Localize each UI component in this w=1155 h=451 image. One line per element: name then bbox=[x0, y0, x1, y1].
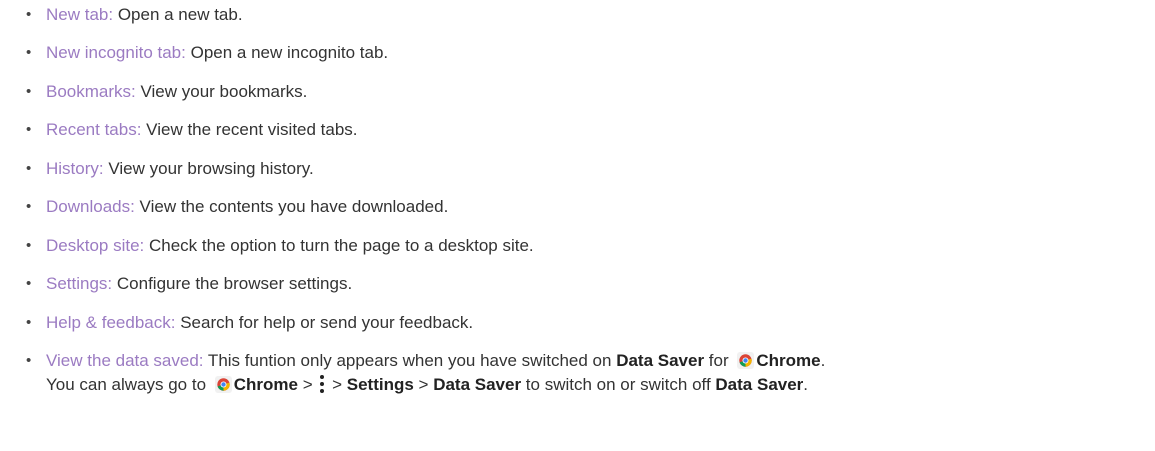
chrome-icon bbox=[737, 352, 755, 369]
desc-new-incognito-tab: Open a new incognito tab. bbox=[185, 43, 389, 62]
line-2: You can always go to Chrome > > Settings… bbox=[46, 373, 825, 397]
desc-text: . bbox=[803, 375, 809, 394]
desc-text: This funtion only appears when you have … bbox=[203, 351, 617, 370]
term-desktop-site: Desktop site: bbox=[46, 236, 145, 255]
separator: > bbox=[298, 375, 318, 394]
data-saver-label: Data Saver bbox=[433, 375, 522, 394]
list-item-new-incognito-tab: • New incognito tab: Open a new incognit… bbox=[0, 41, 388, 65]
separator: > bbox=[413, 375, 434, 394]
term-view-data-saved: View the data saved: bbox=[46, 351, 204, 370]
bullet: • bbox=[26, 314, 32, 331]
desc-desktop-site: Check the option to turn the page to a d… bbox=[144, 236, 534, 255]
desc-text: You can always go to bbox=[46, 375, 211, 394]
desc-text: for bbox=[704, 351, 734, 370]
bullet: • bbox=[26, 275, 32, 292]
desc-history: View your browsing history. bbox=[103, 159, 314, 178]
term-recent-tabs: Recent tabs: bbox=[46, 120, 142, 139]
list-item-desktop-site: • Desktop site: Check the option to turn… bbox=[0, 234, 534, 258]
data-saver-label: Data Saver bbox=[715, 375, 804, 394]
bullet: • bbox=[26, 198, 32, 215]
more-vert-icon bbox=[318, 374, 326, 394]
desc-settings: Configure the browser settings. bbox=[112, 274, 353, 293]
term-bookmarks: Bookmarks: bbox=[46, 82, 136, 101]
desc-new-tab: Open a new tab. bbox=[113, 5, 243, 24]
bullet: • bbox=[26, 44, 32, 61]
bullet: • bbox=[26, 160, 32, 177]
list-item-view-data-saved: • View the data saved: This funtion only… bbox=[0, 349, 825, 397]
desc-bookmarks: View your bookmarks. bbox=[135, 82, 308, 101]
desc-help-feedback: Search for help or send your feedback. bbox=[175, 313, 474, 332]
bullet: • bbox=[26, 121, 32, 138]
list-item-settings: • Settings: Configure the browser settin… bbox=[0, 272, 352, 296]
bullet: • bbox=[26, 83, 32, 100]
term-new-tab: New tab: bbox=[46, 5, 114, 24]
desc-text: to switch on or switch off bbox=[521, 375, 716, 394]
term-settings: Settings: bbox=[46, 274, 113, 293]
data-saver-label: Data Saver bbox=[616, 351, 705, 370]
term-downloads: Downloads: bbox=[46, 197, 135, 216]
term-history: History: bbox=[46, 159, 104, 178]
desc-downloads: View the contents you have downloaded. bbox=[134, 197, 449, 216]
line-1: View the data saved: This funtion only a… bbox=[46, 349, 825, 373]
list-item-new-tab: • New tab: Open a new tab. bbox=[0, 3, 243, 27]
chrome-icon bbox=[214, 376, 232, 393]
bullet: • bbox=[26, 352, 32, 369]
desc-recent-tabs: View the recent visited tabs. bbox=[141, 120, 358, 139]
list-item-bookmarks: • Bookmarks: View your bookmarks. bbox=[0, 80, 307, 104]
list-item-recent-tabs: • Recent tabs: View the recent visited t… bbox=[0, 118, 358, 142]
desc-text: . bbox=[820, 351, 826, 370]
term-new-incognito-tab: New incognito tab: bbox=[46, 43, 186, 62]
list-item-downloads: • Downloads: View the contents you have … bbox=[0, 195, 448, 219]
chrome-label: Chrome bbox=[233, 375, 298, 394]
list-item-history: • History: View your browsing history. bbox=[0, 157, 314, 181]
list-item-help-feedback: • Help & feedback: Search for help or se… bbox=[0, 311, 473, 335]
settings-label: Settings bbox=[346, 375, 414, 394]
bullet: • bbox=[26, 6, 32, 23]
separator: > bbox=[327, 375, 347, 394]
chrome-label: Chrome bbox=[756, 351, 821, 370]
term-help-feedback: Help & feedback: bbox=[46, 313, 176, 332]
bullet: • bbox=[26, 237, 32, 254]
